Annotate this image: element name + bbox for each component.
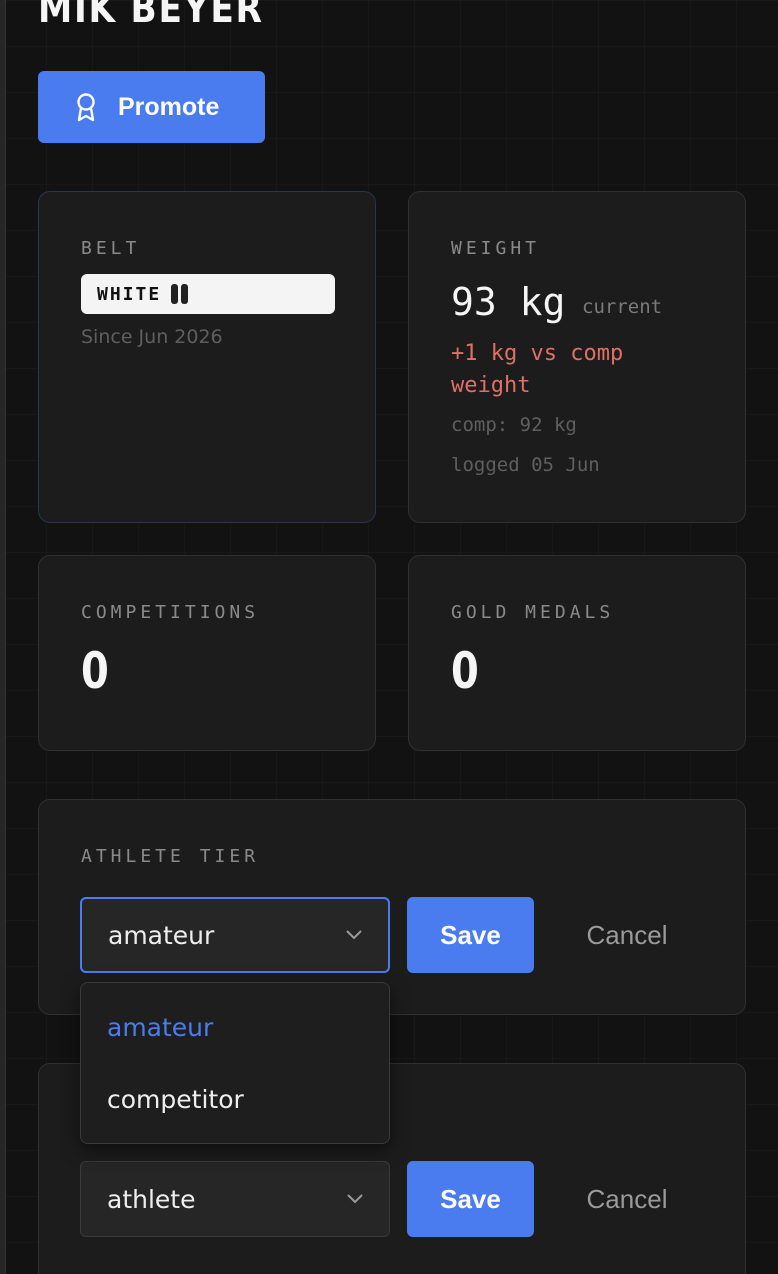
chevron-down-icon: [347, 1194, 363, 1204]
role-cancel-button[interactable]: Cancel: [557, 1161, 697, 1237]
belt-stripes: [171, 284, 189, 304]
athlete-tier-dropdown: amateur competitor: [80, 982, 390, 1144]
gold-medals-value: 0: [451, 642, 479, 700]
weight-label: WEIGHT: [451, 238, 541, 259]
chevron-down-icon: [346, 930, 362, 940]
weight-logged: logged 05 Jun: [451, 454, 600, 476]
role-select[interactable]: athlete: [80, 1161, 390, 1237]
belt-label: BELT: [81, 238, 141, 259]
weight-comp: comp: 92 kg: [451, 414, 577, 436]
athlete-tier-selected: amateur: [108, 920, 215, 950]
belt-value: WHITE: [97, 283, 162, 305]
award-ribbon-icon: [77, 93, 95, 122]
gold-medals-card: GOLD MEDALS 0: [408, 555, 746, 751]
gold-medals-label: GOLD MEDALS: [451, 602, 615, 623]
promote-button[interactable]: Promote: [38, 71, 265, 143]
competitions-value: 0: [81, 642, 109, 700]
role-save-button[interactable]: Save: [407, 1161, 534, 1237]
promote-label: Promote: [118, 92, 220, 121]
athlete-tier-cancel-button[interactable]: Cancel: [557, 897, 697, 973]
weight-qualifier: current: [582, 296, 663, 318]
belt-badge: WHITE: [81, 274, 335, 314]
page-title: MIK BEYER: [38, 0, 264, 32]
left-rail: [0, 0, 6, 1274]
weight-card: WEIGHT 93 kg current +1 kg vs comp weigh…: [408, 191, 746, 523]
belt-since: Since Jun 2026: [81, 326, 223, 348]
weight-value: 93 kg: [451, 280, 566, 324]
belt-card: BELT WHITE Since Jun 2026: [38, 191, 376, 523]
athlete-tier-label: ATHLETE TIER: [81, 846, 260, 867]
athlete-tier-select[interactable]: amateur: [80, 897, 390, 973]
competitions-label: COMPETITIONS: [81, 602, 260, 623]
dropdown-option-amateur[interactable]: amateur: [107, 1013, 213, 1042]
dropdown-option-competitor[interactable]: competitor: [107, 1085, 244, 1114]
weight-diff: +1 kg vs comp weight: [451, 341, 624, 398]
competitions-card: COMPETITIONS 0: [38, 555, 376, 751]
athlete-tier-save-button[interactable]: Save: [407, 897, 534, 973]
role-selected: athlete: [107, 1184, 196, 1214]
